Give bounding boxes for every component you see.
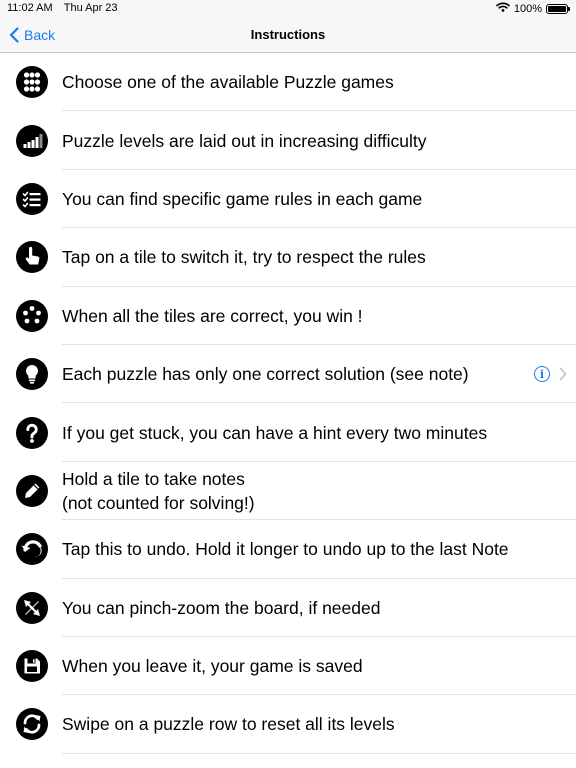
reset-arrows-icon xyxy=(16,708,48,741)
item-text: You can find specific game rules in each… xyxy=(62,188,423,209)
hand-pointer-icon xyxy=(16,241,48,274)
battery-fill xyxy=(548,5,566,12)
battery-percent: 100% xyxy=(513,2,542,15)
undo-icon xyxy=(16,533,48,566)
list-item: When all the tiles are correct, you win … xyxy=(0,287,576,346)
item-text: Each puzzle has only one correct solutio… xyxy=(62,364,469,385)
list-item: If you get stuck, you can have a hint ev… xyxy=(0,403,576,463)
battery-icon xyxy=(546,3,570,14)
list-item: Hold a tile to take notes (not counted f… xyxy=(0,462,576,521)
item-text: Choose one of the available Puzzle games xyxy=(62,72,394,93)
list-item: Tap on a tile to switch it, try to respe… xyxy=(0,228,576,287)
item-text: Tap this to undo. Hold it longer to undo… xyxy=(62,539,509,560)
item-text: When all the tiles are correct, you win … xyxy=(62,305,363,326)
list-item: You can pinch-zoom the board, if needed xyxy=(0,579,576,638)
instructions-list: Choose one of the available Puzzle games… xyxy=(0,53,576,755)
info-button[interactable]: i xyxy=(534,366,550,383)
status-time: 11:02 AM xyxy=(7,2,53,14)
item-text: Swipe on a puzzle row to reset all its l… xyxy=(62,714,395,735)
signal-bars-icon xyxy=(16,124,48,157)
lightbulb-icon xyxy=(16,358,48,391)
list-item: When you leave it, your game is saved xyxy=(0,637,576,696)
list-item: Tap this to undo. Hold it longer to undo… xyxy=(0,520,576,579)
item-text: When you leave it, your game is saved xyxy=(62,656,363,677)
list-item: Choose one of the available Puzzle games xyxy=(0,53,576,112)
item-text: Hold a tile to take notes (not counted f… xyxy=(62,468,255,513)
item-text: Tap on a tile to switch it, try to respe… xyxy=(62,247,426,268)
item-text: Puzzle levels are laid out in increasing… xyxy=(62,130,427,151)
grid-dots-icon xyxy=(16,66,48,99)
status-left: 11:02 AM Thu Apr 23 xyxy=(7,2,118,14)
list-item: You can find specific game rules in each… xyxy=(0,170,576,229)
item-text: If you get stuck, you can have a hint ev… xyxy=(62,422,488,443)
checklist-icon xyxy=(16,182,48,215)
list-item: Puzzle levels are laid out in increasing… xyxy=(0,111,576,171)
pencil-icon xyxy=(16,474,48,507)
question-mark-icon xyxy=(16,416,48,449)
item-text: You can pinch-zoom the board, if needed xyxy=(62,597,381,618)
instructions-screen: 11:02 AM Thu Apr 23 100% Back Instructio… xyxy=(0,0,576,768)
chevron-right-icon xyxy=(559,367,567,381)
dots-pattern-icon xyxy=(16,299,48,332)
floppy-save-icon xyxy=(16,650,48,683)
navigation-bar: Back Instructions xyxy=(0,18,576,53)
wifi-icon xyxy=(496,2,510,15)
status-right: 100% xyxy=(496,2,570,15)
pinch-zoom-icon xyxy=(16,591,48,624)
list-item: Swipe on a puzzle row to reset all its l… xyxy=(0,695,576,755)
page-title: Instructions xyxy=(250,27,326,42)
status-date: Thu Apr 23 xyxy=(63,2,118,14)
status-bar: 11:02 AM Thu Apr 23 100% xyxy=(0,0,576,18)
list-item[interactable]: Each puzzle has only one correct solutio… xyxy=(0,345,576,404)
